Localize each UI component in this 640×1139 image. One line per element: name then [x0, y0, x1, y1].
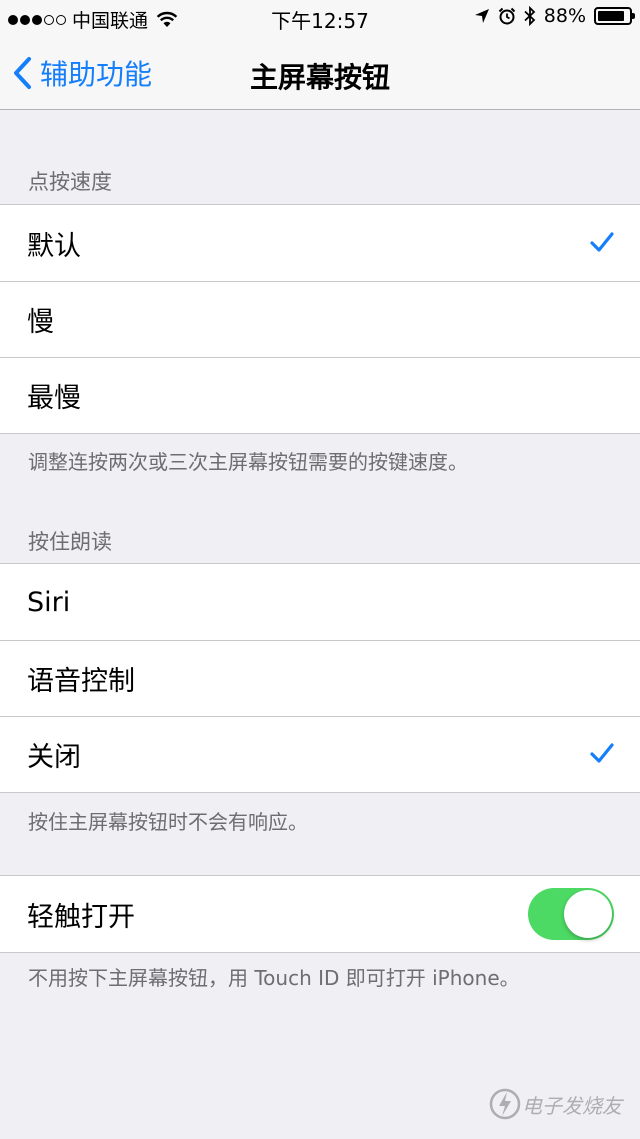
option-label: 慢: [27, 306, 54, 338]
option-label: 最慢: [27, 382, 81, 414]
option-default[interactable]: 默认: [0, 205, 640, 281]
section-footer-click-speed: 调整连按两次或三次主屏幕按钮需要的按键速度。: [28, 450, 468, 474]
rest-finger-row: 轻触打开: [0, 876, 640, 952]
option-label: 语音控制: [27, 665, 135, 697]
status-bar-right: 88%: [474, 5, 635, 27]
battery-tip: [632, 13, 635, 19]
bluetooth-icon: [524, 6, 536, 26]
option-voice-control[interactable]: 语音控制: [0, 640, 640, 716]
watermark: 电子发烧友: [488, 1087, 622, 1121]
rest-finger-label: 轻触打开: [27, 901, 135, 933]
option-off[interactable]: 关闭: [0, 716, 640, 792]
battery-percent: 88%: [543, 5, 586, 27]
press-hold-group: Siri 语音控制 关闭: [0, 563, 640, 793]
battery-fill: [598, 11, 625, 21]
toggle-knob: [564, 890, 612, 938]
section-header-press-hold: 按住朗读: [28, 530, 112, 554]
option-siri[interactable]: Siri: [0, 564, 640, 640]
navigation-bar: 辅助功能 主屏幕按钮: [0, 38, 640, 110]
rest-finger-group: 轻触打开: [0, 875, 640, 953]
battery-icon: [594, 7, 635, 25]
option-slow[interactable]: 慢: [0, 281, 640, 357]
section-footer-rest-finger: 不用按下主屏幕按钮，用 Touch ID 即可打开 iPhone。: [28, 966, 520, 990]
option-label: Siri: [27, 586, 71, 618]
option-label: 默认: [27, 230, 81, 262]
page-title: 主屏幕按钮: [249, 61, 390, 94]
checkmark-icon: [590, 743, 614, 763]
status-bar: 中国联通 下午12:57 88%: [0, 0, 640, 38]
option-slowest[interactable]: 最慢: [0, 357, 640, 433]
location-arrow-icon: [474, 9, 489, 23]
option-label: 关闭: [27, 741, 81, 773]
alarm-clock-icon: [498, 7, 515, 25]
click-speed-group: 默认 慢 最慢: [0, 204, 640, 434]
watermark-logo-icon: [489, 1088, 521, 1120]
rest-finger-toggle[interactable]: [528, 888, 614, 940]
watermark-text: 电子发烧友: [522, 1093, 622, 1118]
section-footer-press-hold: 按住主屏幕按钮时不会有响应。: [28, 810, 308, 834]
section-header-click-speed: 点按速度: [28, 170, 112, 194]
checkmark-icon: [590, 232, 614, 252]
